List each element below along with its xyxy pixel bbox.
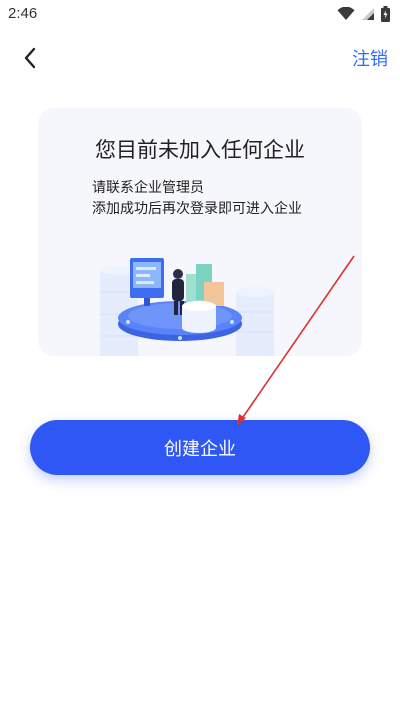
empty-enterprise-illustration — [100, 258, 274, 356]
empty-state-description: 请联系企业管理员 添加成功后再次登录即可进入企业 — [92, 178, 302, 220]
pie-block — [182, 301, 216, 333]
status-icons — [337, 6, 390, 22]
empty-state-line: 添加成功后再次登录即可进入企业 — [92, 201, 302, 217]
create-enterprise-button[interactable]: 创建企业 — [30, 420, 370, 475]
empty-state-line: 请联系企业管理员 — [92, 180, 204, 196]
signal-icon — [362, 8, 374, 20]
back-button[interactable] — [14, 40, 46, 76]
empty-state-card: 您目前未加入任何企业 请联系企业管理员 添加成功后再次登录即可进入企业 — [38, 108, 362, 356]
empty-state-title: 您目前未加入任何企业 — [95, 138, 305, 162]
status-bar: 2:46 — [0, 0, 400, 28]
right-cylinder — [236, 287, 274, 356]
wifi-icon — [337, 7, 355, 20]
chevron-left-icon — [24, 47, 36, 69]
logout-link[interactable]: 注销 — [352, 45, 388, 71]
chart-boards — [186, 264, 224, 306]
nav-bar: 注销 — [0, 36, 400, 80]
status-time: 2:46 — [8, 5, 38, 22]
battery-icon — [381, 6, 390, 22]
